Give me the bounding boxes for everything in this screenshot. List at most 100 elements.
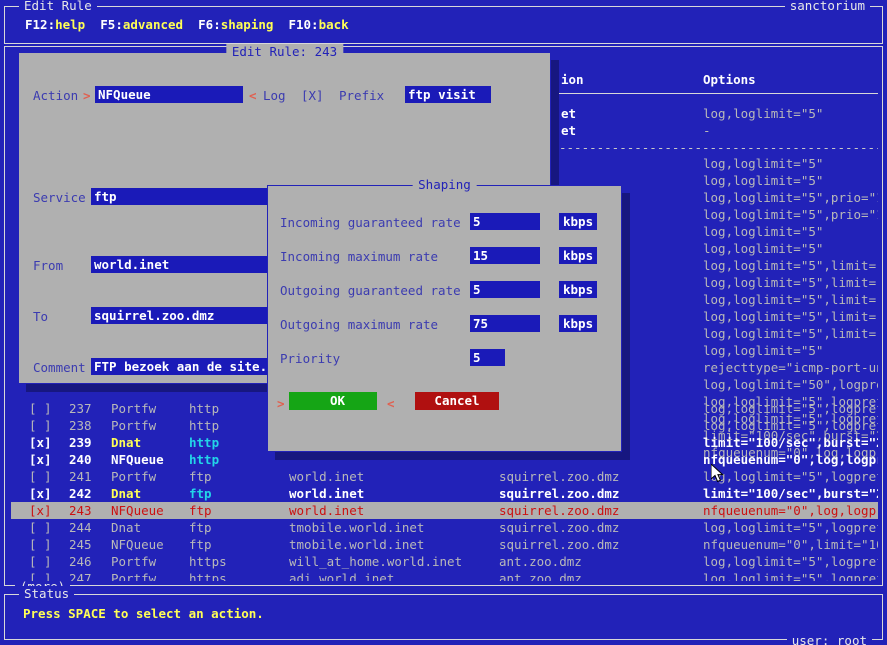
rule-to: squirrel.zoo.dmz	[499, 468, 699, 485]
rule-number: 246	[69, 553, 111, 570]
hostname-label: sanctorium	[785, 0, 870, 13]
shaping-title: Shaping	[412, 177, 477, 192]
rule-action: Dnat	[111, 485, 189, 502]
table-row[interactable]: [ ]245NFQueueftptmobile.world.inetsquirr…	[11, 536, 878, 553]
fkey-advanced[interactable]: F5:advanced	[100, 17, 183, 32]
status-title: Status	[19, 586, 74, 601]
table-row[interactable]: [ ]247Portfwhttpsadi.world.inetant.zoo.d…	[11, 570, 878, 581]
rule-from: tmobile.world.inet	[289, 519, 469, 536]
rule-action: Portfw	[111, 570, 189, 581]
header-rule	[559, 93, 878, 94]
rule-checkbox: [ ]	[29, 553, 65, 570]
fkey-shaping[interactable]: F6:shaping	[198, 17, 273, 32]
rule-from: world.inet	[289, 468, 469, 485]
shaping-field-0[interactable]: 5	[470, 213, 540, 230]
rule-number: 247	[69, 570, 111, 581]
table-row[interactable]: [x]240NFQueuehttpnfqueuenum="0",log,logp…	[11, 451, 878, 468]
ok-button[interactable]: OK	[289, 392, 377, 410]
rule-checkbox: [ ]	[29, 519, 65, 536]
rule-checkbox: [ ]	[29, 400, 65, 417]
shaping-field-4[interactable]: 5	[470, 349, 505, 366]
action-label: Action	[33, 87, 78, 104]
service-field[interactable]: ftp	[91, 188, 271, 205]
rule-number: 242	[69, 485, 111, 502]
options-row-3: log,loglimit="5",prio="1"	[703, 206, 878, 223]
log-checkbox[interactable]: [X]	[301, 87, 324, 104]
shaping-field-3[interactable]: 75	[470, 315, 540, 332]
rule-options: limit="100/sec",burst="20	[703, 434, 878, 451]
shaping-label-4: Priority	[280, 350, 340, 367]
options-row-10: log,loglimit="5",limit="2	[703, 325, 878, 342]
table-row[interactable]: [ ]246Portfwhttpswill_at_home.world.inet…	[11, 553, 878, 570]
fkey-gap	[273, 17, 288, 32]
status-message: Press SPACE to select an action.	[23, 605, 264, 622]
rule-options: nfqueuenum="0",log,logpre	[703, 451, 878, 468]
log-label: Log	[263, 87, 286, 104]
shaping-field-2[interactable]: 5	[470, 281, 540, 298]
edit-rule-title: Edit Rule: 243	[226, 44, 343, 59]
rule-to: ant.zoo.dmz	[499, 570, 699, 581]
rule-checkbox: [x]	[29, 434, 65, 451]
rule-from: world.inet	[289, 485, 469, 502]
top-row-options-1: -	[703, 122, 878, 139]
to-field[interactable]: squirrel.zoo.dmz	[91, 307, 271, 324]
shaping-unit-0: kbps	[559, 213, 597, 230]
shaping-label-2: Outgoing guaranteed rate	[280, 282, 461, 299]
rule-action: Portfw	[111, 400, 189, 417]
rule-number: 245	[69, 536, 111, 553]
rule-options: log,loglimit="5",logprefi	[703, 519, 878, 536]
options-row-9: log,loglimit="5",limit="2	[703, 308, 878, 325]
top-row-action-1: et	[561, 122, 576, 139]
options-row-2: log,loglimit="5",prio="1"	[703, 189, 878, 206]
rule-number: 238	[69, 417, 111, 434]
rule-checkbox: [x]	[29, 485, 65, 502]
top-row-action-0: et	[561, 105, 576, 122]
rule-options: log,loglimit="5",logprefi	[703, 468, 878, 485]
rule-to: ant.zoo.dmz	[499, 553, 699, 570]
fkey-gap	[85, 17, 100, 32]
options-row-0: log,loglimit="5"	[703, 155, 878, 172]
shaping-field-1[interactable]: 15	[470, 247, 540, 264]
fkey-help[interactable]: F12:help	[25, 17, 85, 32]
rule-action: Portfw	[111, 468, 189, 485]
action-field[interactable]: NFQueue	[95, 86, 243, 103]
options-row-4: log,loglimit="5"	[703, 223, 878, 240]
table-row[interactable]: [x]242Dnatftpworld.inetsquirrel.zoo.dmzl…	[11, 485, 878, 502]
prefix-label: Prefix	[339, 87, 384, 104]
action-left-marker: >	[83, 87, 91, 104]
prefix-field[interactable]: ftp visit	[405, 86, 491, 103]
rule-number: 240	[69, 451, 111, 468]
rule-number: 239	[69, 434, 111, 451]
rule-options: log,loglimit="5",logprefi	[703, 400, 878, 417]
comment-field[interactable]: FTP bezoek aan de site.	[91, 358, 271, 375]
rule-to: squirrel.zoo.dmz	[499, 536, 699, 553]
shaping-dialog[interactable]: Shaping Incoming guaranteed rate5kbpsInc…	[267, 185, 622, 452]
rule-action: NFQueue	[111, 502, 189, 519]
from-field[interactable]: world.inet	[91, 256, 271, 273]
table-row[interactable]: [x]243NFQueueftpworld.inetsquirrel.zoo.d…	[11, 502, 878, 519]
rule-number: 243	[69, 502, 111, 519]
ok-left-marker: >	[277, 395, 285, 412]
rule-to: squirrel.zoo.dmz	[499, 485, 699, 502]
service-label: Service	[33, 189, 86, 206]
rule-action: Portfw	[111, 417, 189, 434]
table-row[interactable]: [ ]244Dnatftptmobile.world.inetsquirrel.…	[11, 519, 878, 536]
table-row[interactable]: [ ]241Portfwftpworld.inetsquirrel.zoo.dm…	[11, 468, 878, 485]
options-row-11: log,loglimit="5"	[703, 342, 878, 359]
rule-options: nfqueuenum="0",limit="100	[703, 536, 878, 553]
action-right-marker: <	[249, 87, 257, 104]
rule-action: Dnat	[111, 434, 189, 451]
cancel-button[interactable]: Cancel	[415, 392, 499, 410]
fkey-back[interactable]: F10:back	[288, 17, 348, 32]
status-panel: Status user: root Press SPACE to select …	[4, 594, 883, 640]
mouse-pointer-icon	[711, 464, 725, 484]
shaping-label-1: Incoming maximum rate	[280, 248, 438, 265]
options-row-8: log,loglimit="5",limit="2	[703, 291, 878, 308]
rule-action: Portfw	[111, 553, 189, 570]
rule-from: adi.world.inet	[289, 570, 469, 581]
rule-options: log,loglimit="5",logprefi	[703, 553, 878, 570]
rule-action: Dnat	[111, 519, 189, 536]
rule-from: world.inet	[289, 502, 469, 519]
options-row-12: rejecttype="icmp-port-unr	[703, 359, 878, 376]
rule-checkbox: [ ]	[29, 417, 65, 434]
